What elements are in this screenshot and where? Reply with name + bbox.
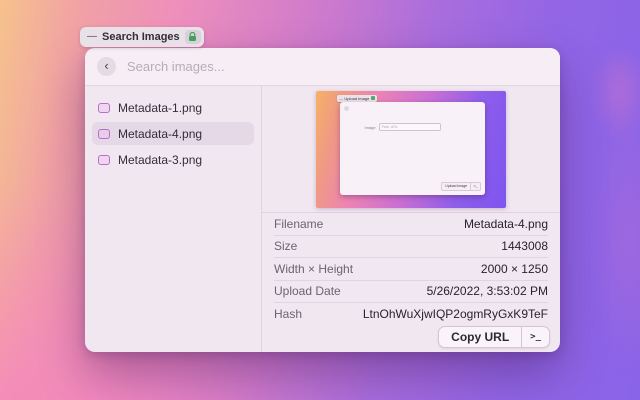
window-title-pill[interactable]: — Search Images [80, 27, 204, 47]
meta-value: Metadata-4.png [464, 217, 548, 231]
pill-title: Search Images [102, 31, 180, 43]
image-file-icon [98, 155, 110, 165]
chevron-left-icon: ‹ [104, 57, 108, 74]
metadata-row-filename: Filename Metadata-4.png [274, 213, 548, 236]
meta-value: 1443008 [501, 239, 548, 253]
lock-icon [188, 32, 197, 42]
action-footer: Copy URL >_ [262, 326, 560, 353]
meta-label: Filename [274, 217, 323, 231]
mini-pill-title: Upload Image [344, 96, 369, 101]
terminal-button[interactable]: >_ [521, 327, 549, 347]
action-button-group: Copy URL >_ [438, 326, 550, 348]
mini-image-label: Image [364, 125, 375, 130]
lock-badge [185, 30, 201, 44]
image-preview-thumbnail: — Upload Image Image Path, URL [316, 91, 506, 208]
metadata-row-dimensions: Width × Height 2000 × 1250 [274, 258, 548, 281]
list-item-label: Metadata-1.png [118, 101, 202, 115]
meta-value: 2000 × 1250 [481, 262, 548, 276]
list-item-label: Metadata-4.png [118, 127, 202, 141]
metadata-row-upload-date: Upload Date 5/26/2022, 3:53:02 PM [274, 281, 548, 304]
back-button[interactable]: ‹ [97, 57, 116, 76]
mini-title-pill: — Upload Image [337, 95, 377, 102]
desktop-background: — Search Images ‹ Metadata-1.png [0, 0, 640, 400]
copy-url-button[interactable]: Copy URL [439, 327, 521, 347]
meta-label: Width × Height [274, 262, 353, 276]
meta-value: LtnOhWuXjwIQP2ogmRyGxK9TeF [363, 307, 548, 321]
terminal-icon: >_ [530, 332, 541, 342]
window-body: Metadata-1.png Metadata-4.png Metadata-3… [85, 86, 560, 352]
mini-lock-icon [371, 96, 375, 100]
meta-label: Hash [274, 307, 302, 321]
mini-upload-window: Image Path, URL Upload Image >_ [340, 102, 485, 194]
meta-value: 5/26/2022, 3:53:02 PM [427, 284, 548, 298]
list-item-label: Metadata-3.png [118, 153, 202, 167]
list-item[interactable]: Metadata-3.png [92, 148, 254, 171]
image-file-icon [98, 129, 110, 139]
mini-action-buttons: Upload Image >_ [441, 182, 481, 191]
list-item[interactable]: Metadata-1.png [92, 96, 254, 119]
preview-area: — Upload Image Image Path, URL [262, 86, 560, 213]
image-file-icon [98, 103, 110, 113]
search-input[interactable] [127, 59, 548, 74]
mini-form: Image Path, URL [364, 123, 440, 131]
mini-minimize-icon: — [339, 96, 343, 101]
metadata-row-size: Size 1443008 [274, 236, 548, 259]
detail-pane: — Upload Image Image Path, URL [262, 86, 560, 352]
file-list: Metadata-1.png Metadata-4.png Metadata-3… [85, 86, 262, 352]
list-item-selected[interactable]: Metadata-4.png [92, 122, 254, 145]
mini-input-placeholder: Path, URL [382, 125, 398, 129]
metadata-row-hash: Hash LtnOhWuXjwIQP2ogmRyGxK9TeF [274, 303, 548, 326]
mini-path-input: Path, URL [379, 123, 441, 131]
background-silhouette [563, 55, 640, 365]
meta-label: Size [274, 239, 297, 253]
search-bar: ‹ [85, 48, 560, 86]
mini-upload-button: Upload Image [442, 183, 470, 190]
meta-label: Upload Date [274, 284, 341, 298]
minimize-icon[interactable]: — [87, 32, 97, 43]
metadata-table: Filename Metadata-4.png Size 1443008 Wid… [262, 213, 560, 326]
mini-terminal-icon: >_ [470, 183, 480, 190]
mini-back-button [344, 106, 349, 111]
search-images-window: ‹ Metadata-1.png Metadata-4.png Metadata… [85, 48, 560, 352]
